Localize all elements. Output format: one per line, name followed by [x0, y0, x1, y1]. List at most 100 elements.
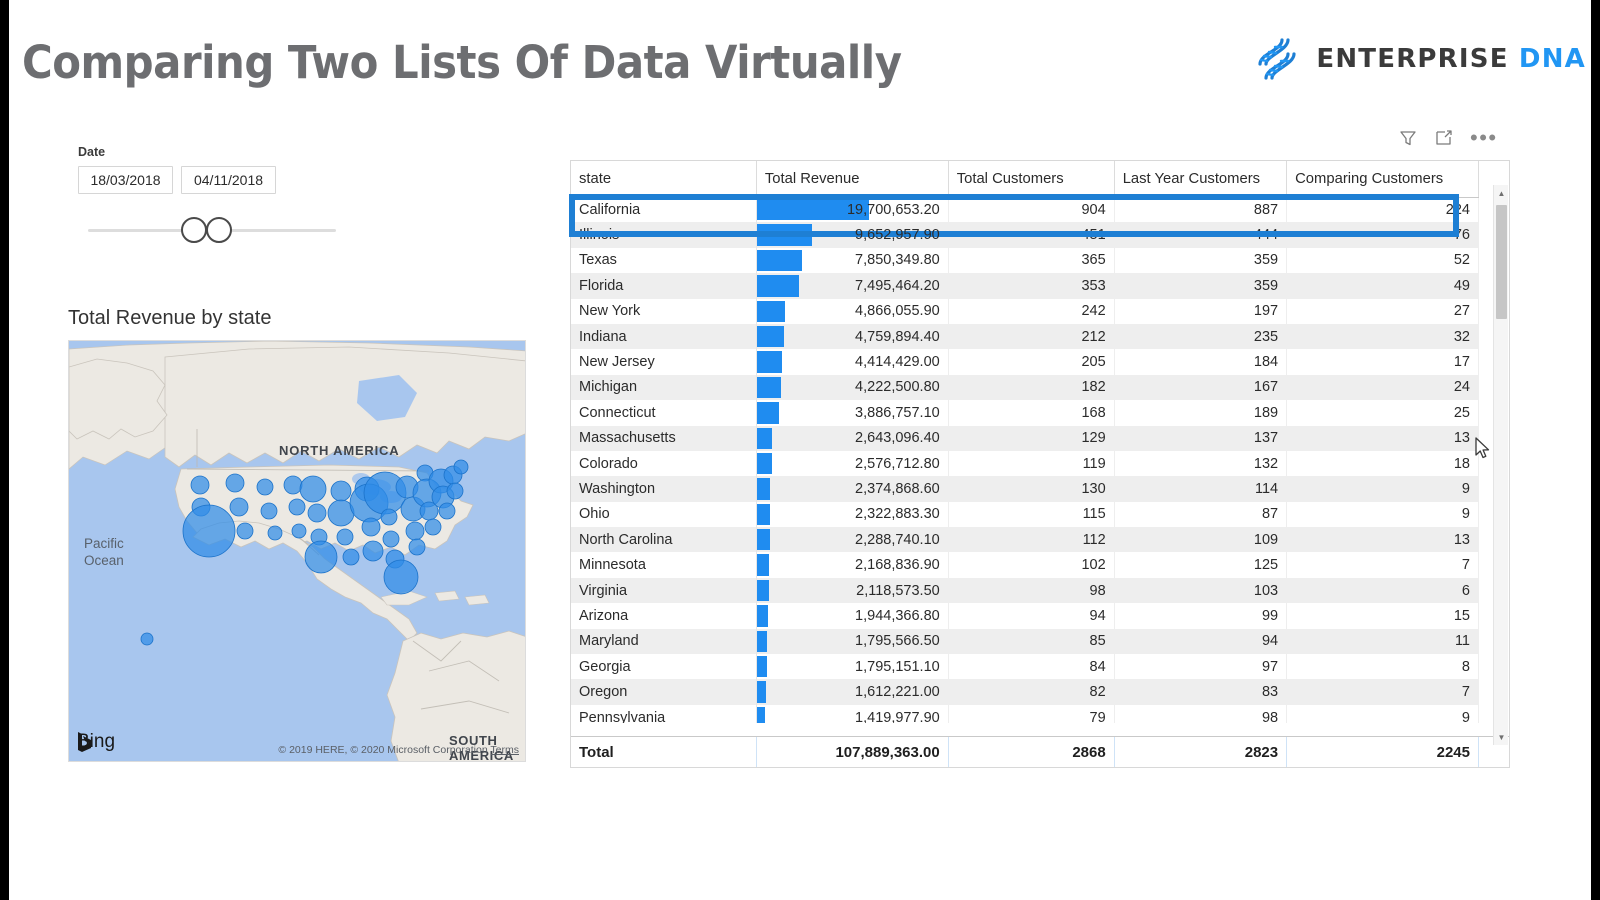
table-row[interactable]: Minnesota 2,168,836.90 102 125 7: [571, 552, 1479, 578]
cell-total-customers[interactable]: 94: [948, 603, 1115, 629]
cell-total-revenue[interactable]: 9,652,957.90: [756, 222, 949, 248]
cell-total-revenue[interactable]: 1,795,151.10: [756, 654, 949, 680]
cell-total-customers[interactable]: 182: [948, 374, 1115, 401]
cell-comparing-customers[interactable]: 13: [1286, 425, 1479, 451]
table-row[interactable]: Colorado 2,576,712.80 119 132 18: [571, 450, 1479, 477]
cell-total-revenue[interactable]: 2,288,740.10: [756, 527, 949, 553]
table-row[interactable]: Washington 2,374,868.60 130 114 9: [571, 476, 1479, 502]
cell-state[interactable]: Ohio: [571, 501, 757, 528]
cell-total-revenue[interactable]: 1,612,221.00: [756, 679, 949, 705]
cell-comparing-customers[interactable]: 11: [1286, 628, 1479, 655]
focus-mode-icon[interactable]: [1434, 128, 1454, 148]
cell-total-customers[interactable]: 119: [948, 450, 1115, 477]
cell-comparing-customers[interactable]: 52: [1286, 247, 1479, 274]
cell-total-revenue[interactable]: 4,222,500.80: [756, 374, 949, 401]
map-canvas[interactable]: NORTH AMERICA Pacific Ocean SOUTH AMERICA…: [68, 340, 526, 762]
cell-comparing-customers[interactable]: 32: [1286, 323, 1479, 350]
cell-last-year-customers[interactable]: 114: [1114, 476, 1288, 502]
slider-handle-start[interactable]: [181, 217, 207, 243]
table-row[interactable]: Ohio 2,322,883.30 115 87 9: [571, 501, 1479, 528]
cell-comparing-customers[interactable]: 76: [1286, 222, 1479, 248]
cell-comparing-customers[interactable]: 7: [1286, 552, 1479, 578]
cell-state[interactable]: Maryland: [571, 628, 757, 655]
cell-last-year-customers[interactable]: 444: [1114, 222, 1288, 248]
table-vertical-scrollbar[interactable]: ▲ ▼: [1493, 185, 1508, 745]
cell-total-revenue[interactable]: 1,795,566.50: [756, 628, 949, 655]
cell-comparing-customers[interactable]: 49: [1286, 273, 1479, 299]
cell-last-year-customers[interactable]: 189: [1114, 400, 1288, 426]
map-terms-link[interactable]: Terms: [490, 744, 519, 756]
bing-logo[interactable]: Bing: [77, 731, 115, 753]
cell-state[interactable]: North Carolina: [571, 527, 757, 553]
cell-state[interactable]: Florida: [571, 273, 757, 299]
table-row[interactable]: North Carolina 2,288,740.10 112 109 13: [571, 527, 1479, 553]
cell-last-year-customers[interactable]: 103: [1114, 577, 1288, 604]
cell-total-customers[interactable]: 130: [948, 476, 1115, 502]
cell-total-revenue[interactable]: 1,419,977.90: [756, 704, 949, 723]
cell-last-year-customers[interactable]: 109: [1114, 527, 1288, 553]
date-end-input[interactable]: 04/11/2018: [181, 166, 276, 194]
cell-state[interactable]: New Jersey: [571, 349, 757, 375]
cell-total-customers[interactable]: 79: [948, 704, 1115, 723]
table-row[interactable]: California 19,700,653.20 904 887 224: [571, 197, 1479, 223]
map-visual[interactable]: Total Revenue by state NORTH AMERICA Pac…: [68, 307, 526, 762]
cell-state[interactable]: Georgia: [571, 654, 757, 680]
cell-total-customers[interactable]: 129: [948, 425, 1115, 451]
table-row[interactable]: Oregon 1,612,221.00 82 83 7: [571, 679, 1479, 705]
date-range-slider[interactable]: [78, 217, 338, 243]
cell-state[interactable]: Virginia: [571, 577, 757, 604]
cell-last-year-customers[interactable]: 87: [1114, 501, 1288, 528]
data-table-visual[interactable]: state Total Revenue Total Customers Last…: [570, 160, 1510, 768]
cell-comparing-customers[interactable]: 8: [1286, 654, 1479, 680]
column-header-total-revenue[interactable]: Total Revenue: [756, 161, 949, 198]
cell-comparing-customers[interactable]: 9: [1286, 501, 1479, 528]
cell-total-customers[interactable]: 85: [948, 628, 1115, 655]
cell-state[interactable]: Arizona: [571, 603, 757, 629]
table-row[interactable]: New Jersey 4,414,429.00 205 184 17: [571, 349, 1479, 375]
cell-total-customers[interactable]: 205: [948, 349, 1115, 375]
cell-state[interactable]: California: [571, 197, 757, 223]
cell-total-revenue[interactable]: 4,414,429.00: [756, 349, 949, 375]
cell-last-year-customers[interactable]: 359: [1114, 247, 1288, 274]
cell-comparing-customers[interactable]: 27: [1286, 298, 1479, 324]
cell-last-year-customers[interactable]: 83: [1114, 679, 1288, 705]
cell-total-revenue[interactable]: 4,866,055.90: [756, 298, 949, 324]
cell-comparing-customers[interactable]: 25: [1286, 400, 1479, 426]
cell-last-year-customers[interactable]: 94: [1114, 628, 1288, 655]
table-row[interactable]: Georgia 1,795,151.10 84 97 8: [571, 654, 1479, 680]
cell-state[interactable]: Connecticut: [571, 400, 757, 426]
cell-comparing-customers[interactable]: 224: [1286, 197, 1479, 223]
cell-total-customers[interactable]: 102: [948, 552, 1115, 578]
cell-comparing-customers[interactable]: 24: [1286, 374, 1479, 401]
cell-total-customers[interactable]: 168: [948, 400, 1115, 426]
cell-comparing-customers[interactable]: 9: [1286, 476, 1479, 502]
cell-total-customers[interactable]: 115: [948, 501, 1115, 528]
cell-state[interactable]: Illinois: [571, 222, 757, 248]
cell-total-customers[interactable]: 365: [948, 247, 1115, 274]
table-row[interactable]: Illinois 9,652,957.90 451 444 76: [571, 222, 1479, 248]
cell-total-revenue[interactable]: 3,886,757.10: [756, 400, 949, 426]
scroll-down-arrow[interactable]: ▼: [1494, 729, 1509, 745]
cell-state[interactable]: Indiana: [571, 323, 757, 350]
table-row[interactable]: Florida 7,495,464.20 353 359 49: [571, 273, 1479, 299]
cell-total-revenue[interactable]: 2,576,712.80: [756, 450, 949, 477]
date-slicer[interactable]: Date 18/03/2018 04/11/2018: [78, 145, 338, 243]
cell-last-year-customers[interactable]: 137: [1114, 425, 1288, 451]
cell-state[interactable]: Texas: [571, 247, 757, 274]
cell-total-revenue[interactable]: 2,322,883.30: [756, 501, 949, 528]
cell-total-revenue[interactable]: 1,944,366.80: [756, 603, 949, 629]
cell-comparing-customers[interactable]: 18: [1286, 450, 1479, 477]
cell-last-year-customers[interactable]: 184: [1114, 349, 1288, 375]
cell-total-customers[interactable]: 112: [948, 527, 1115, 553]
cell-comparing-customers[interactable]: 6: [1286, 577, 1479, 604]
cell-state[interactable]: Michigan: [571, 374, 757, 401]
cell-last-year-customers[interactable]: 887: [1114, 197, 1288, 223]
cell-total-customers[interactable]: 82: [948, 679, 1115, 705]
cell-comparing-customers[interactable]: 7: [1286, 679, 1479, 705]
cell-total-customers[interactable]: 353: [948, 273, 1115, 299]
slider-handle-end[interactable]: [206, 217, 232, 243]
cell-last-year-customers[interactable]: 132: [1114, 450, 1288, 477]
table-row[interactable]: Connecticut 3,886,757.10 168 189 25: [571, 400, 1479, 426]
cell-state[interactable]: New York: [571, 298, 757, 324]
cell-last-year-customers[interactable]: 99: [1114, 603, 1288, 629]
